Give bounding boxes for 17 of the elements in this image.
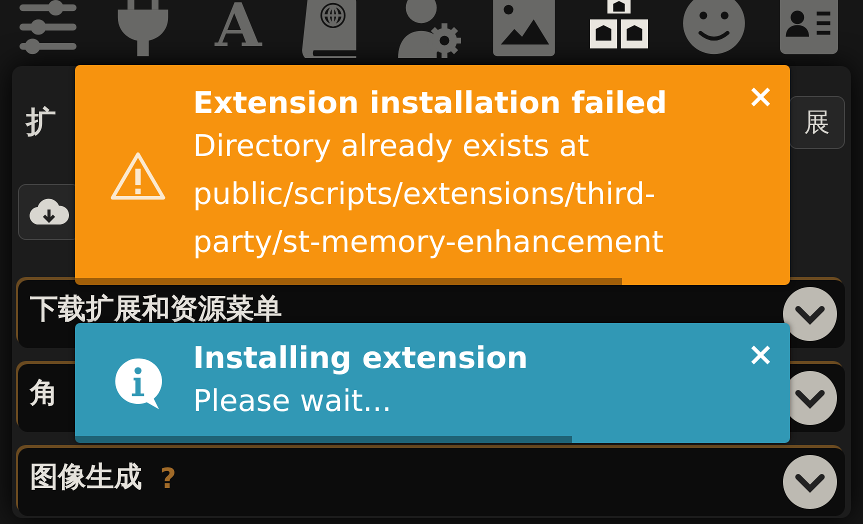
panel-title: 扩: [24, 104, 56, 142]
toast-message: Please wait...: [193, 383, 393, 421]
drawer-header[interactable]: 图像生成 ?: [18, 448, 845, 516]
drawer-title: 图像生成: [30, 462, 142, 492]
drawer-title: 下载扩展和资源菜单: [30, 294, 282, 324]
user-gear-icon[interactable]: [396, 0, 460, 58]
manage-button[interactable]: 展: [789, 96, 845, 148]
help-icon[interactable]: ?: [160, 462, 176, 495]
toast-title: Extension installation failed: [193, 85, 668, 123]
drawer-title: 角: [30, 378, 58, 408]
expand-icon[interactable]: [783, 455, 837, 509]
expand-icon[interactable]: [783, 287, 837, 341]
font-tab[interactable]: A: [206, 0, 270, 58]
cloud-download-icon: [29, 197, 69, 227]
image-icon[interactable]: [492, 0, 556, 58]
toast-message: Directory already exists at public/scripts/extensions/third-party/st-memory-enhancement: [193, 128, 665, 262]
close-button[interactable]: ×: [743, 79, 778, 113]
